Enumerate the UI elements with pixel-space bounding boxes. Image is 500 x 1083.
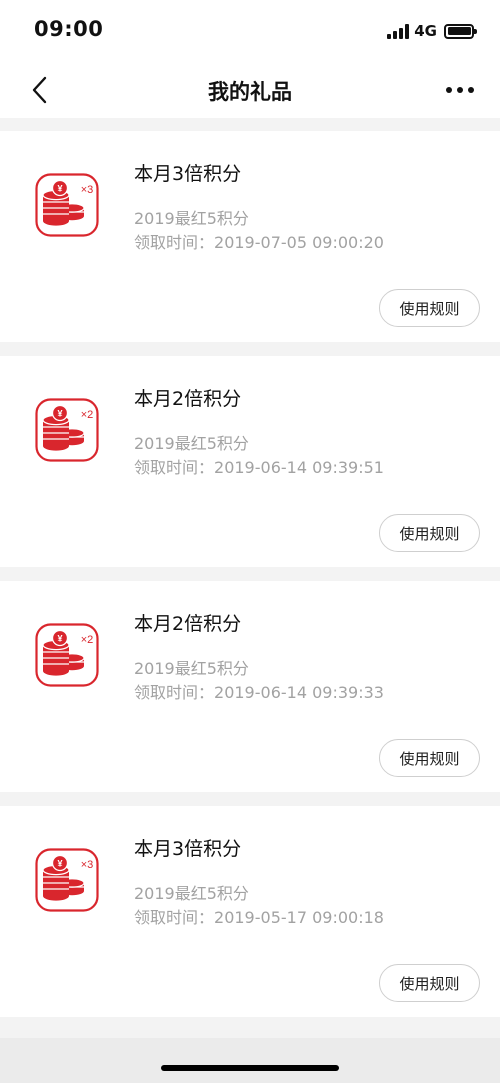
multiplier-label: ×2	[81, 409, 94, 421]
gift-time: 领取时间：2019-07-05 09:00:20	[134, 229, 384, 253]
gift-screen: 09:00 4G 我的礼品 ¥ ×3 本月3倍积分 2019最红5积分 领取时间…	[0, 0, 500, 1083]
dot-icon	[446, 87, 452, 93]
time-value: 2019-06-14 09:39:51	[214, 458, 384, 477]
gift-time: 领取时间：2019-05-17 09:00:18	[134, 904, 384, 928]
svg-text:¥: ¥	[57, 184, 62, 194]
status-time: 09:00	[34, 17, 104, 41]
status-indicators: 4G	[387, 20, 477, 42]
gift-source: 2019最红5积分	[134, 659, 249, 678]
gift-name: 本月2倍积分	[134, 388, 242, 410]
status-bar: 09:00 4G	[0, 0, 500, 62]
multiplier-label: ×3	[81, 184, 94, 196]
signal-icon	[387, 23, 410, 39]
network-label: 4G	[414, 22, 437, 40]
gift-card-3[interactable]: ¥ ×2 本月2倍积分 2019最红5积分 领取时间：2019-06-14 09…	[0, 581, 500, 792]
time-label: 领取时间：	[134, 233, 215, 252]
time-value: 2019-06-14 09:39:33	[214, 683, 384, 702]
svg-text:¥: ¥	[57, 409, 62, 419]
gift-card-1[interactable]: ¥ ×3 本月3倍积分 2019最红5积分 领取时间：2019-07-05 09…	[0, 131, 500, 342]
usage-rules-button[interactable]: 使用规则	[379, 964, 480, 1002]
svg-text:¥: ¥	[57, 634, 62, 644]
gift-time: 领取时间：2019-06-14 09:39:33	[134, 679, 384, 703]
multiplier-label: ×2	[81, 634, 94, 646]
time-value: 2019-05-17 09:00:18	[214, 908, 384, 927]
gift-source: 2019最红5积分	[134, 434, 249, 453]
dot-icon	[468, 87, 474, 93]
battery-icon	[444, 23, 477, 39]
dot-icon	[457, 87, 463, 93]
gift-card-2[interactable]: ¥ ×2 本月2倍积分 2019最红5积分 领取时间：2019-06-14 09…	[0, 356, 500, 567]
gift-list: ¥ ×3 本月3倍积分 2019最红5积分 领取时间：2019-07-05 09…	[0, 131, 500, 1031]
more-options-button[interactable]	[440, 72, 480, 108]
gift-source: 2019最红5积分	[134, 209, 249, 228]
coins-icon: ¥ ×3	[35, 848, 99, 912]
svg-text:¥: ¥	[57, 859, 62, 869]
time-label: 领取时间：	[134, 908, 215, 927]
usage-rules-button[interactable]: 使用规则	[379, 289, 480, 327]
gift-source: 2019最红5积分	[134, 884, 249, 903]
page-title: 我的礼品	[208, 80, 292, 104]
gift-card-4[interactable]: ¥ ×3 本月3倍积分 2019最红5积分 领取时间：2019-05-17 09…	[0, 806, 500, 1017]
bottom-area	[0, 1038, 500, 1083]
coins-icon: ¥ ×2	[35, 623, 99, 687]
gift-name: 本月3倍积分	[134, 838, 242, 860]
coins-icon: ¥ ×3	[35, 173, 99, 237]
home-indicator[interactable]	[161, 1065, 339, 1071]
coins-icon: ¥ ×2	[35, 398, 99, 462]
usage-rules-button[interactable]: 使用规则	[379, 514, 480, 552]
gift-name: 本月3倍积分	[134, 163, 242, 185]
multiplier-label: ×3	[81, 859, 94, 871]
nav-bar: 我的礼品	[0, 62, 500, 118]
gift-time: 领取时间：2019-06-14 09:39:51	[134, 454, 384, 478]
time-label: 领取时间：	[134, 458, 215, 477]
usage-rules-button[interactable]: 使用规则	[379, 739, 480, 777]
gift-name: 本月2倍积分	[134, 613, 242, 635]
time-label: 领取时间：	[134, 683, 215, 702]
time-value: 2019-07-05 09:00:20	[214, 233, 384, 252]
